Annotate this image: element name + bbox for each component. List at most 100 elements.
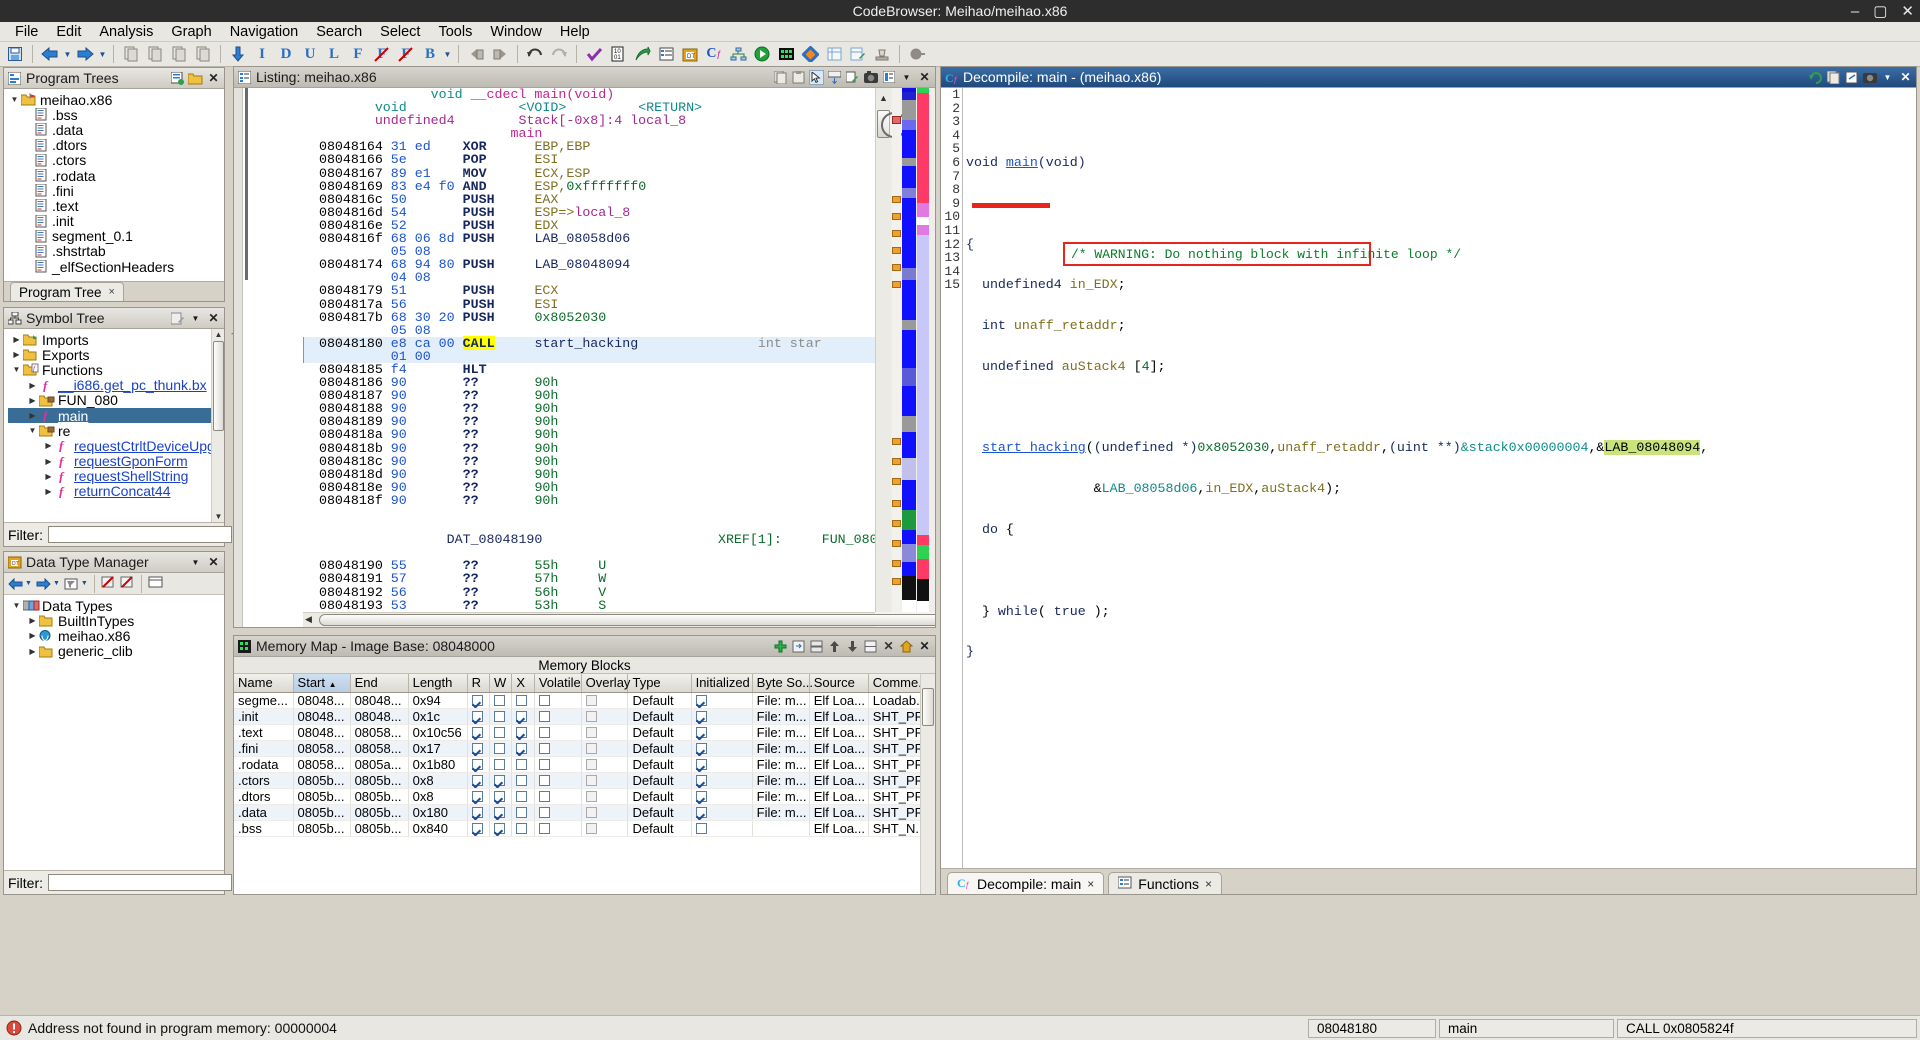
checkbox[interactable] [494, 759, 505, 770]
cell-read[interactable] [467, 788, 489, 804]
dtm-filter-icon[interactable]: ▼ [64, 578, 88, 590]
symbol-tree-item[interactable]: ▶fmain [8, 408, 224, 423]
data-type-icon[interactable]: DT [679, 44, 701, 65]
listing-row[interactable]: 0804817b 68 30 20 PUSH 0x8052030 [303, 311, 875, 324]
cell-volatile[interactable] [534, 740, 581, 756]
cell-initialized[interactable] [691, 708, 752, 724]
forward-step-icon[interactable] [489, 44, 511, 65]
dtm-filter-input[interactable] [48, 874, 232, 891]
decompiler-body[interactable]: 123456789101112131415 void main(void) { … [941, 88, 1916, 868]
export-icon[interactable] [631, 44, 653, 65]
checkbox[interactable] [539, 791, 550, 802]
checkbox[interactable] [472, 775, 483, 786]
checkbox[interactable] [586, 727, 597, 738]
paste-listing-icon[interactable] [791, 70, 806, 85]
overview-address-column[interactable] [917, 88, 929, 612]
cell-initialized[interactable] [691, 772, 752, 788]
tab-decompile-main[interactable]: Cƒ Decompile: main × [947, 872, 1104, 894]
move-block-icon[interactable] [791, 639, 806, 654]
listing-code-area[interactable]: void __cdecl main(void) void <VOID> <RET… [303, 88, 875, 612]
cell-execute[interactable] [512, 724, 534, 740]
run-icon[interactable] [751, 44, 773, 65]
memory-table-header-cell[interactable]: Source [809, 674, 868, 692]
copy-listing-icon[interactable] [773, 70, 788, 85]
graph-icon[interactable] [727, 44, 749, 65]
cell-write[interactable] [490, 756, 512, 772]
memory-map-table-area[interactable]: NameStart ▲EndLengthRWXVolatileOverlayTy… [234, 674, 935, 894]
table-row[interactable]: .data0805b...0805b...0x180DefaultFile: m… [234, 804, 935, 820]
data-type-item[interactable]: ▶BuiltInTypes [8, 613, 224, 628]
symbol-tree-item[interactable]: ▶frequestGponForm [8, 454, 224, 469]
checkbox[interactable] [516, 695, 527, 706]
listing-row[interactable]: 01 00 [303, 350, 875, 363]
menu-edit[interactable]: Edit [47, 23, 90, 41]
checkbox[interactable] [494, 695, 505, 706]
cell-volatile[interactable] [534, 708, 581, 724]
expand-arrow-icon[interactable]: ▶ [26, 616, 39, 625]
checkbox[interactable] [494, 743, 505, 754]
cell-overlay[interactable] [581, 772, 628, 788]
checkbox[interactable] [472, 791, 483, 802]
memory-table-header-cell[interactable]: Byte So... [752, 674, 809, 692]
table-row[interactable]: .init08048...08048...0x1cDefaultFile: m.… [234, 708, 935, 724]
tab-program-tree-close-icon[interactable]: × [109, 286, 115, 298]
table-row[interactable]: .dtors0805b...0805b...0x8DefaultFile: m.… [234, 788, 935, 804]
checkbox[interactable] [472, 759, 483, 770]
snapshot-decompile-icon[interactable] [1862, 70, 1877, 85]
forward-dropdown-icon[interactable]: ▼ [98, 50, 107, 59]
cell-read[interactable] [467, 692, 489, 708]
table-icon[interactable] [655, 44, 677, 65]
program-tree-root[interactable]: ▼meihao.x86 [8, 92, 224, 107]
program-tree-item[interactable]: .data [8, 122, 224, 137]
listing-menu-icon[interactable] [881, 70, 896, 85]
symbol-tree-item[interactable]: ▶Imports [8, 332, 224, 347]
cell-read[interactable] [467, 740, 489, 756]
menu-search[interactable]: Search [307, 23, 371, 41]
tab-decompile-main-close-icon[interactable]: × [1087, 877, 1094, 891]
checkbox[interactable] [516, 807, 527, 818]
cell-execute[interactable] [512, 740, 534, 756]
cell-execute[interactable] [512, 772, 534, 788]
film-icon[interactable] [775, 44, 797, 65]
cell-execute[interactable] [512, 788, 534, 804]
expand-arrow-icon[interactable]: ▼ [10, 601, 23, 610]
memory-map-vscrollbar[interactable] [920, 674, 935, 894]
cell-initialized[interactable] [691, 804, 752, 820]
hscrollbar-thumb[interactable] [319, 614, 935, 626]
cell-volatile[interactable] [534, 692, 581, 708]
edit-symbol-icon[interactable] [170, 311, 185, 326]
symbol-tree-filter-input[interactable] [48, 526, 232, 543]
dtm-forward-icon[interactable]: ▼ [36, 578, 60, 590]
listing-row[interactable]: 0804818a 90 ?? 90h [303, 428, 875, 441]
cell-read[interactable] [467, 724, 489, 740]
add-block-icon[interactable] [773, 639, 788, 654]
label-icon[interactable]: L [323, 44, 345, 65]
expand-arrow-icon[interactable]: ▶ [42, 487, 55, 496]
merge-block-icon[interactable] [863, 639, 878, 654]
symbol-tree-item[interactable]: ▶frequestCtrltDeviceUpgrade [8, 438, 224, 453]
bytes-dropdown-icon[interactable]: ▼ [443, 50, 452, 59]
menu-help[interactable]: Help [551, 23, 599, 41]
cell-overlay[interactable] [581, 788, 628, 804]
checkbox[interactable] [472, 695, 483, 706]
cell-overlay[interactable] [581, 724, 628, 740]
expand-up-icon[interactable] [827, 639, 842, 654]
edit-fields-icon[interactable] [845, 70, 860, 85]
checkbox[interactable] [586, 759, 597, 770]
listing-row[interactable]: 0804818c 90 ?? 90h [303, 455, 875, 468]
cell-execute[interactable] [512, 692, 534, 708]
listing-row[interactable]: 08048179 51 PUSH ECX [303, 284, 875, 297]
symbol-tree-item[interactable]: ▶Exports [8, 347, 224, 362]
decompiler-menu-icon[interactable]: ▼ [1880, 70, 1895, 85]
cell-read[interactable] [467, 820, 489, 836]
cell-volatile[interactable] [534, 820, 581, 836]
instruction-icon[interactable]: I [251, 44, 273, 65]
table-row[interactable]: segme...08048...08048...0x94DefaultFile:… [234, 692, 935, 708]
cell-initialized[interactable] [691, 692, 752, 708]
cell-write[interactable] [490, 804, 512, 820]
close-panel-icon[interactable]: ✕ [206, 311, 221, 326]
menu-graph[interactable]: Graph [162, 23, 220, 41]
data-type-item[interactable]: ▼Data Types [8, 598, 224, 613]
cell-volatile[interactable] [534, 756, 581, 772]
split-block-icon[interactable] [809, 639, 824, 654]
